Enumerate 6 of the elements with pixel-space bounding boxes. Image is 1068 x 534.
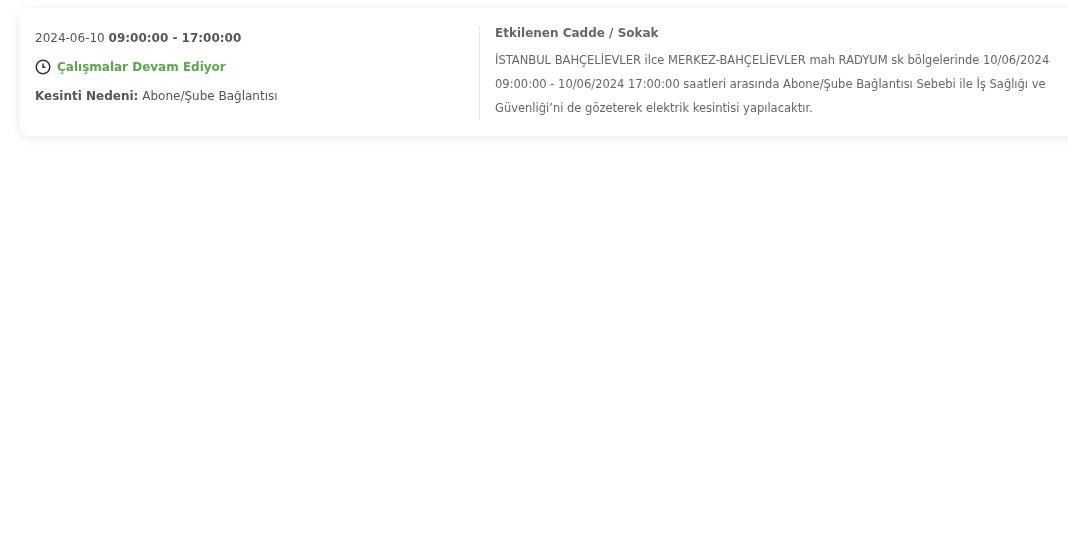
status-label: Çalışmalar Devam Ediyor: [57, 60, 226, 74]
clock-icon: [35, 59, 51, 75]
affected-title: Etkilenen Cadde / Sokak: [495, 26, 660, 40]
affected-description: İSTANBUL BAHÇELİEVLER ilce MERKEZ-BAHÇELİEVLER mah RADYUM sk bölgelerinde 10/06/2024 09:00:00 - 10/06/2024 17:00:00 saatleri arasında Abone/Şube Bağlantısı Sebebi ile İş Sağlığı ve Güvenliği’ni de gözeterek elektrik kesintisi yapılacaktır.: [495, 52, 1051, 117]
date-time: 2024-06-10 09:00:00 - 17:00:00: [35, 31, 243, 45]
outage-reason: Kesinti Nedeni: Abone/Şube Bağlantısı: [35, 89, 279, 103]
